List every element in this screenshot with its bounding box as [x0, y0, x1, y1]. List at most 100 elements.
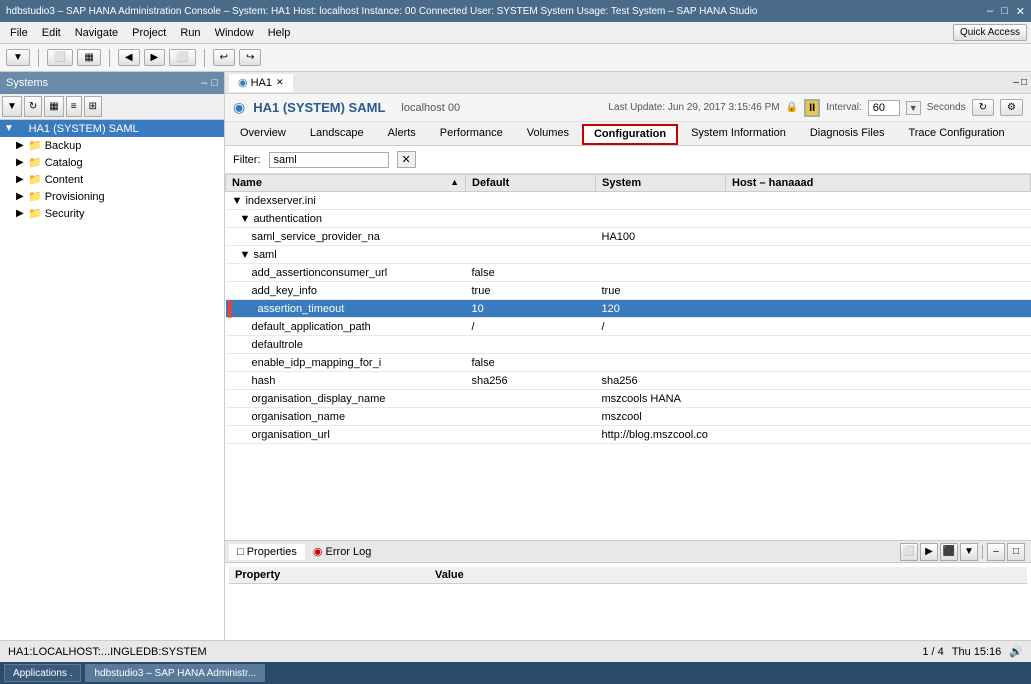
- toolbar-btn-3[interactable]: ◀: [118, 49, 140, 66]
- filter-clear-button[interactable]: ✕: [397, 151, 416, 168]
- table-row[interactable]: add_key_info true true: [226, 282, 1031, 300]
- tab-ha1-icon: ◉: [238, 76, 248, 89]
- cell-host: [726, 246, 1031, 264]
- bottom-btn-dropdown[interactable]: ▼: [960, 543, 978, 561]
- content-area: ◉ HA1 ✕ – □ ◉ HA1 (SYSTEM) SAML localhos…: [225, 72, 1031, 640]
- sidebar-item-provisioning[interactable]: ▶ 📁 Provisioning: [0, 188, 224, 205]
- menu-window[interactable]: Window: [209, 25, 260, 41]
- tab-alerts[interactable]: Alerts: [377, 124, 427, 145]
- connection-status: Last Update: Jun 29, 2017 3:15:46 PM 🔒 I…: [608, 99, 1023, 117]
- table-row[interactable]: organisation_url http://blog.mszcool.co: [226, 426, 1031, 444]
- toolbar-btn-4[interactable]: ▶: [144, 49, 166, 66]
- taskbar-studio-btn[interactable]: hdbstudio3 – SAP HANA Administr...: [85, 664, 265, 682]
- cell-name: hash: [226, 372, 466, 390]
- sidebar-minimize[interactable]: –: [201, 77, 207, 89]
- tab-ha1[interactable]: ◉ HA1 ✕: [229, 74, 293, 92]
- table-row-selected[interactable]: assertion_timeout 10 120: [226, 300, 1031, 318]
- bottom-btn-2[interactable]: ▶: [920, 543, 938, 561]
- settings-btn[interactable]: ⚙: [1000, 99, 1023, 116]
- bottom-toolbar: ⬜ ▶ ⬛ ▼ – □: [898, 541, 1027, 563]
- sidebar-btn-dropdown[interactable]: ▼: [2, 96, 22, 117]
- sidebar-btn-filter[interactable]: ▦: [44, 96, 63, 117]
- bottom-tab-properties[interactable]: □ Properties: [229, 544, 305, 560]
- tab-max-icon[interactable]: □: [1021, 77, 1027, 88]
- toolbar-btn-6[interactable]: ↩: [213, 49, 235, 66]
- toolbar-separator-2: [109, 49, 110, 67]
- sidebar-system-label: HA1 (SYSTEM) SAML: [29, 123, 139, 135]
- toolbar-dropdown[interactable]: ▼: [6, 49, 30, 66]
- col-name: Name ▲: [226, 175, 466, 192]
- sidebar-maximize[interactable]: □: [211, 77, 218, 89]
- sidebar-item-backup[interactable]: ▶ 📁 Backup: [0, 137, 224, 154]
- sidebar-item-security[interactable]: ▶ 📁 Security: [0, 205, 224, 222]
- toolbar-btn-1[interactable]: ⬜: [47, 49, 73, 66]
- refresh-btn[interactable]: ↻: [972, 99, 994, 116]
- bottom-content: Property Value: [225, 563, 1031, 640]
- table-row[interactable]: organisation_display_name mszcools HANA: [226, 390, 1031, 408]
- table-row[interactable]: ▼ saml: [226, 246, 1031, 264]
- table-row[interactable]: ▼ authentication: [226, 210, 1031, 228]
- menu-project[interactable]: Project: [126, 25, 172, 41]
- sidebar-item-ha1[interactable]: ▼ ◉ HA1 (SYSTEM) SAML: [0, 120, 224, 137]
- bottom-tab-errorlog[interactable]: ◉ Error Log: [305, 543, 380, 560]
- host-label: localhost 00: [401, 102, 460, 114]
- tab-landscape[interactable]: Landscape: [299, 124, 375, 145]
- sidebar-btn-refresh[interactable]: ↻: [24, 96, 42, 117]
- table-row[interactable]: hash sha256 sha256: [226, 372, 1031, 390]
- tab-volumes[interactable]: Volumes: [516, 124, 580, 145]
- menu-bar: File Edit Navigate Project Run Window He…: [0, 22, 1031, 44]
- tab-min-icon[interactable]: –: [1013, 77, 1019, 88]
- tab-trace-configuration[interactable]: Trace Configuration: [897, 124, 1015, 145]
- tab-diagnosis-files[interactable]: Diagnosis Files: [799, 124, 896, 145]
- table-row[interactable]: ▼ indexserver.ini: [226, 192, 1031, 210]
- title-bar: hdbstudio3 – SAP HANA Administration Con…: [0, 0, 1031, 22]
- taskbar-applications-btn[interactable]: Applications .: [4, 664, 81, 682]
- maximize-btn[interactable]: □: [1001, 5, 1008, 18]
- system-name: HA1 (SYSTEM) SAML: [253, 100, 385, 115]
- cell-name: enable_idp_mapping_for_i: [226, 354, 466, 372]
- tab-system-information[interactable]: System Information: [680, 124, 797, 145]
- table-row[interactable]: saml_service_provider_na HA100: [226, 228, 1031, 246]
- tab-configuration[interactable]: Configuration: [582, 124, 678, 145]
- filter-input[interactable]: [269, 152, 389, 168]
- folder-icon-content: 📁: [28, 173, 42, 186]
- db-icon: ◉: [16, 122, 26, 135]
- interval-toggle-btn[interactable]: II: [804, 99, 820, 117]
- table-row[interactable]: add_assertionconsumer_url false: [226, 264, 1031, 282]
- toolbar-btn-7[interactable]: ↪: [239, 49, 261, 66]
- tab-ha1-close[interactable]: ✕: [276, 77, 284, 88]
- bottom-min-btn[interactable]: –: [987, 543, 1005, 561]
- close-btn[interactable]: ✕: [1016, 5, 1025, 18]
- table-row[interactable]: default_application_path / /: [226, 318, 1031, 336]
- tab-performance[interactable]: Performance: [429, 124, 514, 145]
- menu-run[interactable]: Run: [174, 25, 206, 41]
- bottom-max-btn[interactable]: □: [1007, 543, 1025, 561]
- minimize-btn[interactable]: –: [987, 5, 993, 18]
- table-row[interactable]: defaultrole: [226, 336, 1031, 354]
- cell-system: [596, 336, 726, 354]
- tab-overview[interactable]: Overview: [229, 124, 297, 145]
- cell-default: [466, 228, 596, 246]
- table-row[interactable]: enable_idp_mapping_for_i false: [226, 354, 1031, 372]
- cell-system: [596, 192, 726, 210]
- change-indicator: [228, 300, 232, 317]
- toolbar-btn-2[interactable]: ▦: [77, 49, 100, 66]
- interval-input[interactable]: [868, 100, 900, 116]
- select-arrow-icon[interactable]: ▼: [906, 101, 921, 115]
- sidebar-item-content[interactable]: ▶ 📁 Content: [0, 171, 224, 188]
- sidebar-btn-link[interactable]: ⊞: [84, 96, 102, 117]
- table-row[interactable]: organisation_name mszcool: [226, 408, 1031, 426]
- sidebar-item-catalog[interactable]: ▶ 📁 Catalog: [0, 154, 224, 171]
- menu-file[interactable]: File: [4, 25, 34, 41]
- bottom-btn-3[interactable]: ⬛: [940, 543, 958, 561]
- toolbar-btn-5[interactable]: ⬜: [169, 49, 195, 66]
- quick-access-button[interactable]: Quick Access: [953, 24, 1027, 41]
- menu-navigate[interactable]: Navigate: [69, 25, 124, 41]
- menu-edit[interactable]: Edit: [36, 25, 67, 41]
- cell-name: ▼ saml: [226, 246, 466, 264]
- menu-help[interactable]: Help: [262, 25, 297, 41]
- sidebar-btn-layout[interactable]: ≡: [66, 96, 82, 117]
- sidebar-header: Systems – □: [0, 72, 224, 94]
- cell-system: [596, 210, 726, 228]
- bottom-btn-1[interactable]: ⬜: [900, 543, 918, 561]
